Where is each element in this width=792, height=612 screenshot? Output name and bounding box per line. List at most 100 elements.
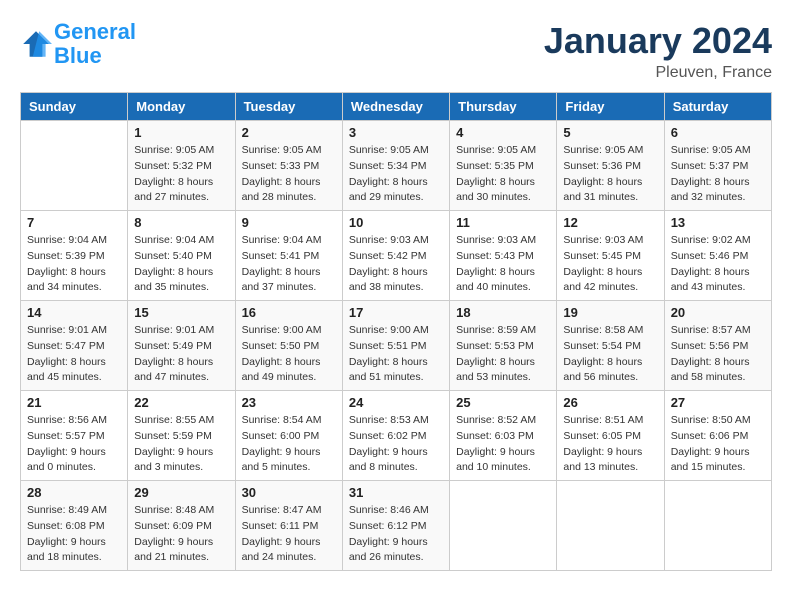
day-number: 5 bbox=[563, 125, 657, 140]
day-info: Sunrise: 9:03 AMSunset: 5:42 PMDaylight:… bbox=[349, 233, 443, 296]
day-info: Sunrise: 9:03 AMSunset: 5:45 PMDaylight:… bbox=[563, 233, 657, 296]
day-number: 27 bbox=[671, 395, 765, 410]
calendar-cell: 24Sunrise: 8:53 AMSunset: 6:02 PMDayligh… bbox=[342, 391, 449, 481]
calendar-cell: 5Sunrise: 9:05 AMSunset: 5:36 PMDaylight… bbox=[557, 121, 664, 211]
calendar-cell: 6 Sunrise: 9:05 AMSunset: 5:37 PMDaylight… bbox=[664, 121, 771, 211]
day-number: 15 bbox=[134, 305, 228, 320]
day-info: Sunrise: 9:00 AMSunset: 5:51 PMDaylight:… bbox=[349, 323, 443, 386]
calendar-cell: 21 Sunrise: 8:56 AMSunset: 5:57 PMDayligh… bbox=[21, 391, 128, 481]
day-info: Sunrise: 9:05 AMSunset: 5:34 PMDaylight:… bbox=[349, 143, 443, 206]
day-info: Sunrise: 8:52 AMSunset: 6:03 PMDaylight:… bbox=[456, 413, 550, 476]
calendar-cell: 31 Sunrise: 8:46 AMSunset: 6:12 PMDayligh… bbox=[342, 481, 449, 571]
day-info: Sunrise: 9:03 AMSunset: 5:43 PMDaylight:… bbox=[456, 233, 550, 296]
day-info: Sunrise: 9:04 AMSunset: 5:40 PMDaylight:… bbox=[134, 233, 228, 296]
calendar-cell: 11 Sunrise: 9:03 AMSunset: 5:43 PMDayligh… bbox=[450, 211, 557, 301]
day-number: 19 bbox=[563, 305, 657, 320]
day-info: Sunrise: 9:01 AMSunset: 5:49 PMDaylight:… bbox=[134, 323, 228, 386]
day-info: Sunrise: 8:53 AMSunset: 6:02 PMDaylight:… bbox=[349, 413, 443, 476]
col-header-wednesday: Wednesday bbox=[342, 93, 449, 121]
col-header-tuesday: Tuesday bbox=[235, 93, 342, 121]
day-number: 14 bbox=[27, 305, 121, 320]
calendar-cell: 9Sunrise: 9:04 AMSunset: 5:41 PMDaylight… bbox=[235, 211, 342, 301]
day-info: Sunrise: 9:04 AMSunset: 5:39 PMDaylight:… bbox=[27, 233, 121, 296]
day-number: 23 bbox=[242, 395, 336, 410]
week-row-3: 14 Sunrise: 9:01 AMSunset: 5:47 PMDayligh… bbox=[21, 301, 772, 391]
calendar-cell: 7 Sunrise: 9:04 AMSunset: 5:39 PMDaylight… bbox=[21, 211, 128, 301]
day-number: 20 bbox=[671, 305, 765, 320]
day-info: Sunrise: 9:04 AMSunset: 5:41 PMDaylight:… bbox=[242, 233, 336, 296]
day-number: 31 bbox=[349, 485, 443, 500]
day-number: 1 bbox=[134, 125, 228, 140]
col-header-saturday: Saturday bbox=[664, 93, 771, 121]
calendar-cell: 19 Sunrise: 8:58 AMSunset: 5:54 PMDayligh… bbox=[557, 301, 664, 391]
calendar-cell: 12 Sunrise: 9:03 AMSunset: 5:45 PMDayligh… bbox=[557, 211, 664, 301]
calendar-cell: 1 Sunrise: 9:05 AMSunset: 5:32 PMDaylight… bbox=[128, 121, 235, 211]
day-number: 12 bbox=[563, 215, 657, 230]
day-info: Sunrise: 9:05 AMSunset: 5:35 PMDaylight:… bbox=[456, 143, 550, 206]
day-info: Sunrise: 9:05 AMSunset: 5:32 PMDaylight:… bbox=[134, 143, 228, 206]
day-info: Sunrise: 8:59 AMSunset: 5:53 PMDaylight:… bbox=[456, 323, 550, 386]
day-info: Sunrise: 9:01 AMSunset: 5:47 PMDaylight:… bbox=[27, 323, 121, 386]
calendar-cell: 22 Sunrise: 8:55 AMSunset: 5:59 PMDayligh… bbox=[128, 391, 235, 481]
day-number: 21 bbox=[27, 395, 121, 410]
page-header: General Blue January 2024 Pleuven, Franc… bbox=[20, 20, 772, 82]
logo-text: General Blue bbox=[54, 20, 136, 68]
calendar-cell bbox=[21, 121, 128, 211]
day-number: 11 bbox=[456, 215, 550, 230]
day-info: Sunrise: 8:50 AMSunset: 6:06 PMDaylight:… bbox=[671, 413, 765, 476]
day-info: Sunrise: 8:51 AMSunset: 6:05 PMDaylight:… bbox=[563, 413, 657, 476]
day-number: 2 bbox=[242, 125, 336, 140]
day-number: 10 bbox=[349, 215, 443, 230]
col-header-monday: Monday bbox=[128, 93, 235, 121]
calendar-cell: 8Sunrise: 9:04 AMSunset: 5:40 PMDaylight… bbox=[128, 211, 235, 301]
day-info: Sunrise: 8:54 AMSunset: 6:00 PMDaylight:… bbox=[242, 413, 336, 476]
calendar-cell: 13Sunrise: 9:02 AMSunset: 5:46 PMDayligh… bbox=[664, 211, 771, 301]
day-info: Sunrise: 8:46 AMSunset: 6:12 PMDaylight:… bbox=[349, 503, 443, 566]
day-info: Sunrise: 8:58 AMSunset: 5:54 PMDaylight:… bbox=[563, 323, 657, 386]
day-number: 22 bbox=[134, 395, 228, 410]
week-row-2: 7 Sunrise: 9:04 AMSunset: 5:39 PMDaylight… bbox=[21, 211, 772, 301]
calendar-cell: 3 Sunrise: 9:05 AMSunset: 5:34 PMDaylight… bbox=[342, 121, 449, 211]
calendar-cell bbox=[450, 481, 557, 571]
logo-icon bbox=[20, 28, 52, 60]
logo-blue: Blue bbox=[54, 43, 102, 68]
col-header-thursday: Thursday bbox=[450, 93, 557, 121]
calendar-cell: 28 Sunrise: 8:49 AMSunset: 6:08 PMDayligh… bbox=[21, 481, 128, 571]
day-number: 7 bbox=[27, 215, 121, 230]
col-header-friday: Friday bbox=[557, 93, 664, 121]
calendar-cell: 20 Sunrise: 8:57 AMSunset: 5:56 PMDayligh… bbox=[664, 301, 771, 391]
title-block: January 2024 Pleuven, France bbox=[544, 20, 772, 82]
day-info: Sunrise: 9:05 AMSunset: 5:37 PMDaylight:… bbox=[671, 143, 765, 206]
day-info: Sunrise: 8:48 AMSunset: 6:09 PMDaylight:… bbox=[134, 503, 228, 566]
logo: General Blue bbox=[20, 20, 136, 68]
day-info: Sunrise: 8:56 AMSunset: 5:57 PMDaylight:… bbox=[27, 413, 121, 476]
calendar-cell: 18 Sunrise: 8:59 AMSunset: 5:53 PMDayligh… bbox=[450, 301, 557, 391]
day-number: 26 bbox=[563, 395, 657, 410]
calendar-cell bbox=[664, 481, 771, 571]
calendar-cell: 17Sunrise: 9:00 AMSunset: 5:51 PMDayligh… bbox=[342, 301, 449, 391]
col-header-sunday: Sunday bbox=[21, 93, 128, 121]
calendar-cell bbox=[557, 481, 664, 571]
calendar-cell: 25Sunrise: 8:52 AMSunset: 6:03 PMDayligh… bbox=[450, 391, 557, 481]
week-row-5: 28 Sunrise: 8:49 AMSunset: 6:08 PMDayligh… bbox=[21, 481, 772, 571]
day-number: 28 bbox=[27, 485, 121, 500]
day-info: Sunrise: 8:47 AMSunset: 6:11 PMDaylight:… bbox=[242, 503, 336, 566]
calendar-cell: 27 Sunrise: 8:50 AMSunset: 6:06 PMDayligh… bbox=[664, 391, 771, 481]
day-number: 18 bbox=[456, 305, 550, 320]
day-info: Sunrise: 9:02 AMSunset: 5:46 PMDaylight:… bbox=[671, 233, 765, 296]
calendar-title: January 2024 bbox=[544, 20, 772, 62]
day-info: Sunrise: 8:55 AMSunset: 5:59 PMDaylight:… bbox=[134, 413, 228, 476]
week-row-4: 21 Sunrise: 8:56 AMSunset: 5:57 PMDayligh… bbox=[21, 391, 772, 481]
calendar-cell: 30Sunrise: 8:47 AMSunset: 6:11 PMDayligh… bbox=[235, 481, 342, 571]
calendar-subtitle: Pleuven, France bbox=[544, 64, 772, 82]
day-info: Sunrise: 8:49 AMSunset: 6:08 PMDaylight:… bbox=[27, 503, 121, 566]
day-info: Sunrise: 8:57 AMSunset: 5:56 PMDaylight:… bbox=[671, 323, 765, 386]
calendar-cell: 23 Sunrise: 8:54 AMSunset: 6:00 PMDayligh… bbox=[235, 391, 342, 481]
calendar-cell: 2Sunrise: 9:05 AMSunset: 5:33 PMDaylight… bbox=[235, 121, 342, 211]
calendar-cell: 14 Sunrise: 9:01 AMSunset: 5:47 PMDayligh… bbox=[21, 301, 128, 391]
calendar-cell: 29Sunrise: 8:48 AMSunset: 6:09 PMDayligh… bbox=[128, 481, 235, 571]
calendar-cell: 15 Sunrise: 9:01 AMSunset: 5:49 PMDayligh… bbox=[128, 301, 235, 391]
calendar-cell: 10 Sunrise: 9:03 AMSunset: 5:42 PMDayligh… bbox=[342, 211, 449, 301]
day-number: 6 bbox=[671, 125, 765, 140]
day-number: 3 bbox=[349, 125, 443, 140]
